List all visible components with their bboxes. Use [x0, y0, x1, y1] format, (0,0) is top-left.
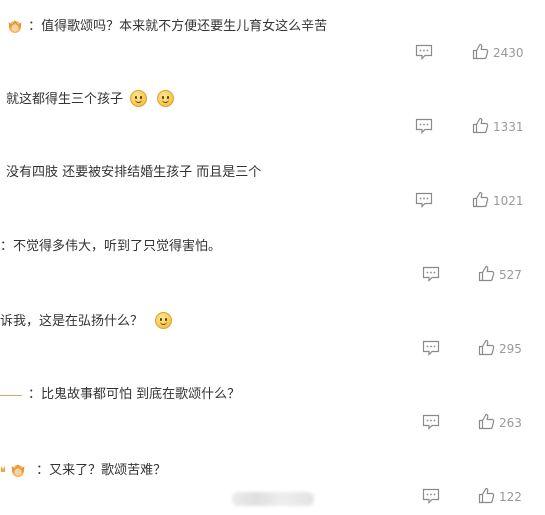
- like-count: 527: [499, 268, 522, 282]
- comment-text-row: 诉我，这是在弘扬什么？: [0, 312, 173, 331]
- smile-emoji-icon: [155, 312, 173, 329]
- comment-actions: 1331: [0, 117, 545, 138]
- comment-text: ：值得歌颂吗？本来就不方便还要生儿育女这么辛苦: [28, 19, 328, 34]
- smile-emoji-icon: [130, 90, 148, 107]
- comment-actions: 263: [0, 413, 545, 434]
- like-button[interactable]: 1331: [472, 117, 524, 138]
- thumbs-up-icon: [478, 487, 495, 508]
- thumbs-up-icon: [478, 265, 495, 286]
- like-count: 1021: [493, 194, 524, 208]
- comment-icon[interactable]: [422, 414, 440, 430]
- like-button[interactable]: 122: [478, 487, 522, 508]
- username-link[interactable]: [0, 394, 22, 396]
- thumbs-up-icon: [478, 339, 495, 360]
- thumbs-up-icon: [478, 413, 495, 434]
- like-button[interactable]: 527: [478, 265, 522, 286]
- comment-text: ：又来了？歌颂苦难？: [36, 463, 167, 478]
- comment-icon[interactable]: [415, 192, 433, 208]
- comment-icon[interactable]: [422, 266, 440, 282]
- comment-icon[interactable]: [422, 488, 440, 504]
- comment-text: 没有四肢 还要被安排结婚生孩子 而且是三个: [6, 165, 262, 180]
- crown-badge-icon: [6, 16, 24, 40]
- like-button[interactable]: 2430: [472, 43, 524, 64]
- comment-text-row: ：值得歌颂吗？本来就不方便还要生儿育女这么辛苦: [6, 16, 327, 40]
- comment-text: ：不觉得多伟大，听到了只觉得害怕。: [0, 239, 222, 254]
- thumbs-up-icon: [472, 43, 489, 64]
- like-count: 263: [499, 416, 522, 430]
- comment-text-row: ：又来了？歌颂苦难？: [0, 460, 166, 484]
- like-count: 122: [499, 490, 522, 504]
- like-count: 1331: [493, 120, 524, 134]
- thumbs-up-icon: [472, 117, 489, 138]
- like-button[interactable]: 263: [478, 413, 522, 434]
- comment-text-row: ：不觉得多伟大，听到了只觉得害怕。: [0, 238, 221, 256]
- comment-text-row: 就这都得生三个孩子: [6, 90, 175, 109]
- like-button[interactable]: 295: [478, 339, 522, 360]
- crown-badge-icon: [0, 460, 30, 484]
- comment-actions: 2430: [0, 43, 545, 64]
- comment-text: ：比鬼故事都可怕 到底在歌颂什么？: [28, 387, 241, 402]
- thumbs-up-icon: [472, 191, 489, 212]
- like-count: 2430: [493, 46, 524, 60]
- comment-text-row: 没有四肢 还要被安排结婚生孩子 而且是三个: [6, 164, 261, 182]
- smile-emoji-icon: [157, 90, 175, 107]
- comment-icon[interactable]: [422, 340, 440, 356]
- comment-text-row: ：比鬼故事都可怕 到底在歌颂什么？: [0, 386, 240, 404]
- comment-actions: 1021: [0, 191, 545, 212]
- comment-icon[interactable]: [415, 44, 433, 60]
- like-button[interactable]: 1021: [472, 191, 524, 212]
- blurred-watermark: [232, 492, 314, 506]
- comment-icon[interactable]: [415, 118, 433, 134]
- like-count: 295: [499, 342, 522, 356]
- comment-actions: 295: [0, 339, 545, 360]
- comment-actions: 527: [0, 265, 545, 286]
- comment-text: 就这都得生三个孩子: [6, 92, 124, 107]
- comment-text: 诉我，这是在弘扬什么？: [0, 314, 144, 329]
